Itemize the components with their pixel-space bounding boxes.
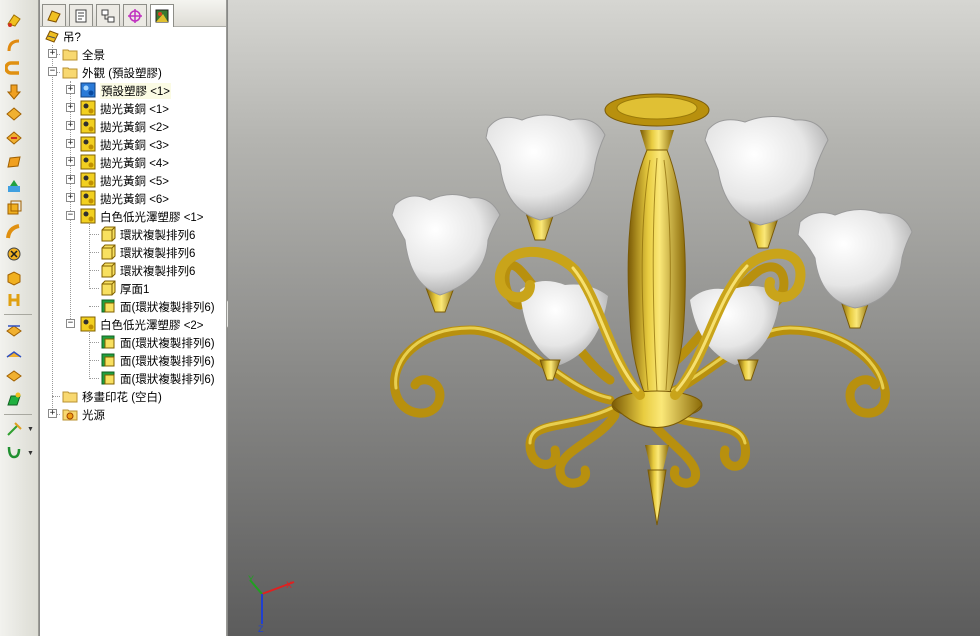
collapse-icon[interactable]: − (48, 67, 57, 76)
orientation-triad: X Y Z (248, 574, 295, 632)
appearance-edit-icon[interactable] (3, 390, 25, 410)
display-manager-tab[interactable] (150, 4, 174, 27)
folder-icon (62, 388, 78, 404)
extruded-cut-icon[interactable] (3, 82, 25, 102)
face-icon (100, 334, 116, 350)
command-toolbar: ▼ ▼ (0, 0, 39, 636)
lights-folder-icon (62, 406, 78, 422)
chandelier-model[interactable] (228, 0, 980, 636)
expand-icon[interactable]: + (48, 49, 57, 58)
appearance-yellow-icon (80, 316, 96, 332)
face-icon (100, 352, 116, 368)
extruded-boss-icon[interactable] (3, 36, 25, 56)
feature-manager-tab[interactable] (42, 4, 66, 26)
expand-icon[interactable]: + (66, 175, 75, 184)
revolved-boss-icon[interactable] (3, 58, 25, 78)
folder-icon (62, 64, 78, 80)
tree-item-body[interactable]: 環狀複製排列6 (40, 225, 227, 243)
configuration-manager-tab[interactable] (96, 4, 120, 26)
face-icon (100, 298, 116, 314)
expand-icon[interactable]: + (66, 193, 75, 202)
folder-icon (62, 46, 78, 62)
chamfer-icon[interactable] (3, 128, 25, 148)
expand-icon[interactable]: + (66, 85, 75, 94)
tree-item-face[interactable]: 面(環狀複製排列6) (40, 297, 227, 315)
expand-icon[interactable]: + (66, 121, 75, 130)
circular-pattern-icon[interactable] (3, 366, 25, 386)
appearance-yellow-icon (80, 118, 96, 134)
tree-item-appearance[interactable]: − 白色低光澤塑膠 <2> (40, 315, 227, 333)
tree-item-appearance[interactable]: + 拋光黃銅 <1> (40, 99, 227, 117)
expand-icon[interactable]: + (66, 157, 75, 166)
triad-x-label: X (286, 580, 292, 590)
display-manager-tree: 吊? + 全景 − 外觀 (預設塑膠) + 預設塑膠 <1> + 拋光黃銅 <1… (40, 27, 227, 636)
linear-pattern-icon[interactable] (3, 344, 25, 364)
rib-icon[interactable] (3, 152, 25, 172)
feature-manager-panel: 吊? + 全景 − 外觀 (預設塑膠) + 預設塑膠 <1> + 拋光黃銅 <1… (40, 0, 227, 636)
collapse-icon[interactable]: − (66, 211, 75, 220)
appearance-yellow-icon (80, 190, 96, 206)
tree-item-appearance[interactable]: − 白色低光澤塑膠 <1> (40, 207, 227, 225)
reference-geometry-icon[interactable] (3, 290, 25, 310)
sketch-curve-icon[interactable] (3, 442, 25, 462)
dimxpert-manager-tab[interactable] (123, 4, 147, 26)
draft-icon[interactable] (3, 176, 25, 196)
appearance-yellow-icon (80, 208, 96, 224)
triad-z-label: Z (258, 624, 264, 632)
property-manager-tab[interactable] (69, 4, 93, 26)
body-icon (100, 280, 116, 296)
face-icon (100, 370, 116, 386)
tree-item-face[interactable]: 面(環狀複製排列6) (40, 351, 227, 369)
tree-root-label: 吊? (63, 32, 81, 44)
appearance-yellow-icon (80, 136, 96, 152)
appearance-icon[interactable] (3, 10, 25, 30)
dropdown-arrow-icon[interactable]: ▼ (27, 426, 34, 433)
wrap-icon[interactable] (3, 222, 25, 242)
dome-icon[interactable] (3, 244, 25, 264)
fillet-icon[interactable] (3, 104, 25, 124)
tree-item-appearance[interactable]: + 預設塑膠 <1> (40, 81, 227, 99)
shell-icon[interactable] (3, 198, 25, 218)
expand-icon[interactable]: + (66, 139, 75, 148)
tree-item-body[interactable]: 環狀複製排列6 (40, 243, 227, 261)
expand-icon[interactable]: + (48, 409, 57, 418)
tree-item-lights[interactable]: + 光源 (40, 405, 227, 423)
dropdown-arrow-icon[interactable]: ▼ (27, 450, 34, 457)
tree-item-appearance[interactable]: + 拋光黃銅 <2> (40, 117, 227, 135)
tree-item-face[interactable]: 面(環狀複製排列6) (40, 369, 227, 387)
appearance-yellow-icon (80, 100, 96, 116)
tree-item-body[interactable]: 環狀複製排列6 (40, 261, 227, 279)
tree-item-appearance[interactable]: + 拋光黃銅 <5> (40, 171, 227, 189)
mirror-icon[interactable] (3, 268, 25, 288)
appearance-yellow-icon (80, 154, 96, 170)
tree-item-appearance[interactable]: + 拋光黃銅 <6> (40, 189, 227, 207)
tree-item-appearance[interactable]: + 拋光黃銅 <4> (40, 153, 227, 171)
tree-item-appearance[interactable]: + 拋光黃銅 <3> (40, 135, 227, 153)
tree-item-appearances[interactable]: − 外觀 (預設塑膠) (40, 63, 227, 81)
body-icon (100, 244, 116, 260)
body-icon (100, 262, 116, 278)
tree-item-body[interactable]: 厚面1 (40, 279, 227, 297)
tree-item-face[interactable]: 面(環狀複製排列6) (40, 333, 227, 351)
curves-icon[interactable] (3, 320, 25, 340)
tree-item-decals[interactable]: 移畫印花 (空白) (40, 387, 227, 405)
appearance-blue-icon (80, 82, 96, 98)
panel-tab-bar (40, 0, 226, 27)
graphics-viewport[interactable]: X Y Z (228, 0, 980, 636)
tree-item-scene[interactable]: + 全景 (40, 45, 227, 63)
collapse-icon[interactable]: − (66, 319, 75, 328)
part-icon (44, 28, 60, 44)
appearance-yellow-icon (80, 172, 96, 188)
expand-icon[interactable]: + (66, 103, 75, 112)
tree-root[interactable]: 吊? (40, 27, 227, 45)
triad-y-label: Y (248, 574, 254, 584)
body-icon (100, 226, 116, 242)
instant3d-icon[interactable] (3, 420, 25, 440)
